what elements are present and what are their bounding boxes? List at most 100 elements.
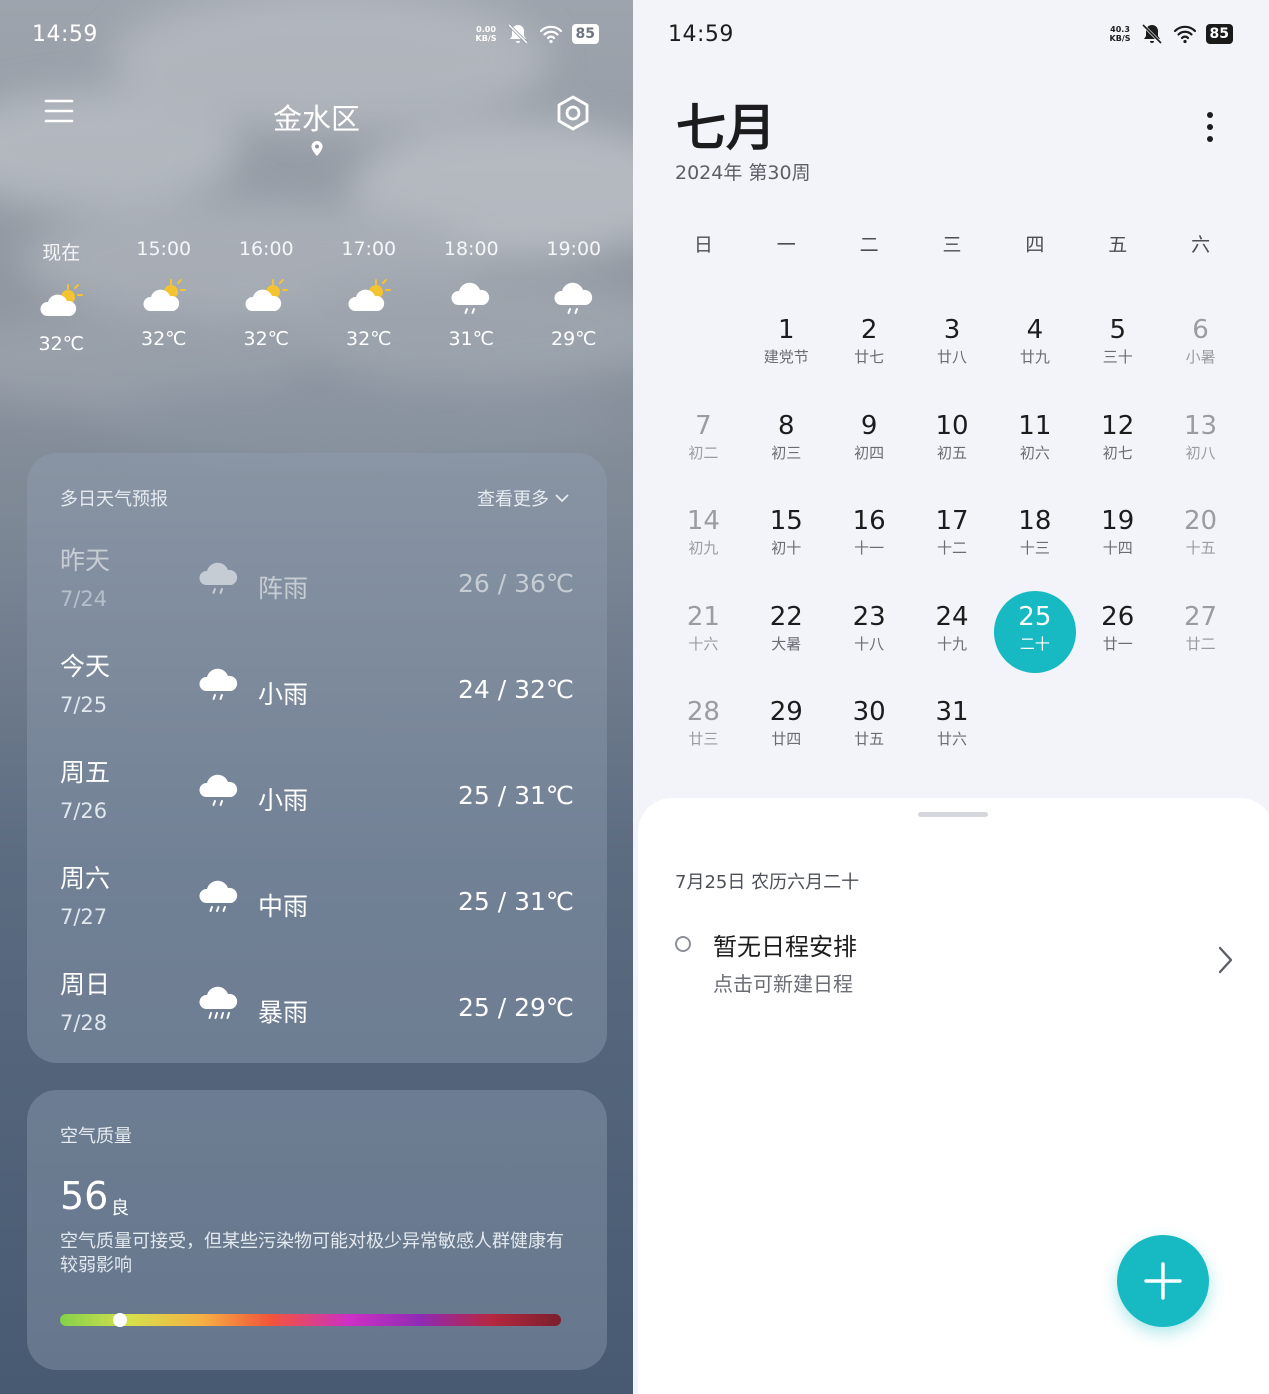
partly-cloudy-sun-icon <box>40 284 84 316</box>
calendar-day[interactable]: 6 小暑 <box>1159 298 1242 394</box>
day-number: 20 <box>1184 506 1218 536</box>
partly-cloudy-sun-icon <box>143 279 186 311</box>
status-time: 14:59 <box>32 22 98 47</box>
forecast-day: 今天 <box>60 652 111 681</box>
calendar-day[interactable]: 26 廿一 <box>1076 585 1159 681</box>
calendar-day[interactable]: 19 十四 <box>1076 489 1159 585</box>
day-number: 2 <box>860 315 878 345</box>
forecast-temp: 25 / 31℃ <box>457 887 574 916</box>
day-number: 22 <box>769 601 803 632</box>
calendar-day[interactable]: 24 十九 <box>911 585 994 681</box>
calendar-day[interactable]: 27 廿二 <box>1159 585 1242 681</box>
day-number: 3 <box>943 315 961 345</box>
settings-gear-icon[interactable] <box>554 94 592 132</box>
calendar-day[interactable]: 11 初六 <box>993 394 1076 490</box>
lunar-date: 十六 <box>688 634 719 653</box>
calendar-day[interactable]: 9 初四 <box>828 394 911 490</box>
calendar-day[interactable]: 10 初五 <box>911 394 994 490</box>
day-number: 17 <box>935 506 969 536</box>
forecast-condition: 小雨 <box>258 786 309 815</box>
forecast-row[interactable]: 周六 7/27 中雨 25 / 31℃ <box>60 859 574 949</box>
hourly-time: 现在 <box>42 242 81 264</box>
calendar-day[interactable]: 12 初七 <box>1076 394 1159 490</box>
forecast-condition: 小雨 <box>258 680 309 709</box>
network-speed: 0.00 KB/S <box>476 25 497 43</box>
city-name[interactable]: 金水区 <box>0 96 633 138</box>
calendar-day[interactable]: 5 三十 <box>1076 298 1159 394</box>
calendar-day[interactable]: 15 初十 <box>745 489 828 585</box>
calendar-day[interactable]: 13 初八 <box>1159 394 1242 490</box>
month-title[interactable]: 七月 <box>676 88 776 160</box>
calendar-day[interactable]: 18 十三 <box>993 489 1076 585</box>
calendar-day[interactable]: 25 二十 <box>993 585 1077 681</box>
forecast-title: 多日天气预报 <box>60 489 168 510</box>
aqi-description: 空气质量可接受，但某些污染物可能对极少异常敏感人群健康有较弱影响 <box>60 1231 564 1276</box>
hourly-time: 18:00 <box>443 238 499 260</box>
day-number: 14 <box>686 506 720 536</box>
hourly-temp: 32℃ <box>345 328 392 350</box>
forecast-row[interactable]: 今天 7/25 小雨 24 / 32℃ <box>60 647 574 737</box>
rain-cloud-icon <box>451 282 490 314</box>
calendar-day[interactable]: 3 廿八 <box>911 298 994 394</box>
lunar-date: 初五 <box>936 443 967 462</box>
aqi-value: 56 <box>60 1174 109 1218</box>
day-number: 11 <box>1018 410 1052 441</box>
forecast-condition: 暴雨 <box>258 998 309 1027</box>
forecast-date: 7/27 <box>60 905 108 929</box>
forecast-row[interactable]: 周日 7/28 暴雨 25 / 29℃ <box>60 965 574 1055</box>
calendar-day[interactable]: 14 初九 <box>662 489 745 585</box>
calendar-day[interactable]: 8 初三 <box>745 394 828 490</box>
lunar-date: 小暑 <box>1185 348 1216 366</box>
hourly-time: 16:00 <box>238 238 294 260</box>
hourly-item: 16:00 32℃ <box>215 238 318 355</box>
sheet-drag-handle[interactable] <box>918 812 988 817</box>
aqi-scale-bar <box>60 1313 561 1327</box>
calendar-day[interactable]: 28 廿三 <box>662 680 745 776</box>
calendar-day[interactable]: 21 十六 <box>662 585 745 681</box>
lunar-date: 廿九 <box>1019 348 1050 366</box>
weekday-label: 六 <box>1191 234 1211 256</box>
shower-cloud-icon <box>199 562 238 594</box>
weekday-label: 日 <box>693 234 713 256</box>
day-number: 30 <box>852 697 886 727</box>
lunar-date: 廿一 <box>1102 634 1133 653</box>
hourly-time: 19:00 <box>546 238 602 260</box>
status-time: 14:59 <box>668 22 734 47</box>
lunar-date: 廿七 <box>854 348 885 366</box>
more-vertical-icon[interactable] <box>1201 108 1219 146</box>
forecast-row[interactable]: 昨天 7/24 阵雨 26 / 36℃ <box>60 541 574 631</box>
add-event-button[interactable] <box>1117 1235 1209 1327</box>
air-quality-title: 空气质量 <box>60 1126 132 1147</box>
lunar-date: 十四 <box>1102 539 1133 557</box>
day-number: 9 <box>860 410 878 441</box>
lunar-date: 初七 <box>1102 443 1133 462</box>
day-number: 23 <box>852 601 886 632</box>
calendar-day[interactable]: 23 十八 <box>828 585 911 681</box>
forecast-card[interactable]: 多日天气预报 查看更多 昨天 7/24 阵雨 26 / 36℃ 今天 7/25 <box>27 453 607 1063</box>
calendar-day[interactable]: 7 初二 <box>662 394 745 490</box>
lunar-date: 廿六 <box>936 730 967 748</box>
hourly-forecast: 现在 32℃ 15:00 32℃ 16:00 32℃ 17:00 32℃ 18:… <box>10 238 625 355</box>
calendar-day[interactable]: 30 廿五 <box>828 680 911 776</box>
view-more-button[interactable]: 查看更多 <box>477 485 569 511</box>
forecast-row[interactable]: 周五 7/26 小雨 25 / 31℃ <box>60 753 574 843</box>
status-icons: 0.00 KB/S 85 <box>476 22 599 46</box>
hourly-temp: 32℃ <box>38 333 84 355</box>
calendar-screen: 14:59 40.3 KB/S 85 七月 2024年 第30周 日 一 二 三… <box>633 0 1269 1394</box>
lunar-date: 廿三 <box>688 730 719 748</box>
hourly-item: 17:00 32℃ <box>318 238 421 355</box>
calendar-day[interactable]: 2 廿七 <box>828 298 911 394</box>
calendar-day[interactable]: 17 十二 <box>911 489 994 585</box>
calendar-day[interactable]: 31 廿六 <box>911 680 994 776</box>
calendar-day[interactable]: 16 十一 <box>828 489 911 585</box>
calendar-day[interactable]: 4 廿九 <box>993 298 1076 394</box>
rain-cloud-icon <box>554 282 592 314</box>
network-speed: 40.3 KB/S <box>1110 25 1131 43</box>
air-quality-card[interactable]: 空气质量 56 良 空气质量可接受，但某些污染物可能对极少异常敏感人群健康有较弱… <box>27 1090 607 1370</box>
empty-schedule-item[interactable]: 暂无日程安排 点击可新建日程 <box>675 923 1235 1003</box>
calendar-day[interactable]: 20 十五 <box>1159 489 1242 585</box>
calendar-day[interactable]: 1 建党节 <box>745 298 828 394</box>
view-more-label: 查看更多 <box>477 489 549 510</box>
calendar-day[interactable]: 29 廿四 <box>745 680 828 776</box>
calendar-day[interactable]: 22 大暑 <box>745 585 828 681</box>
